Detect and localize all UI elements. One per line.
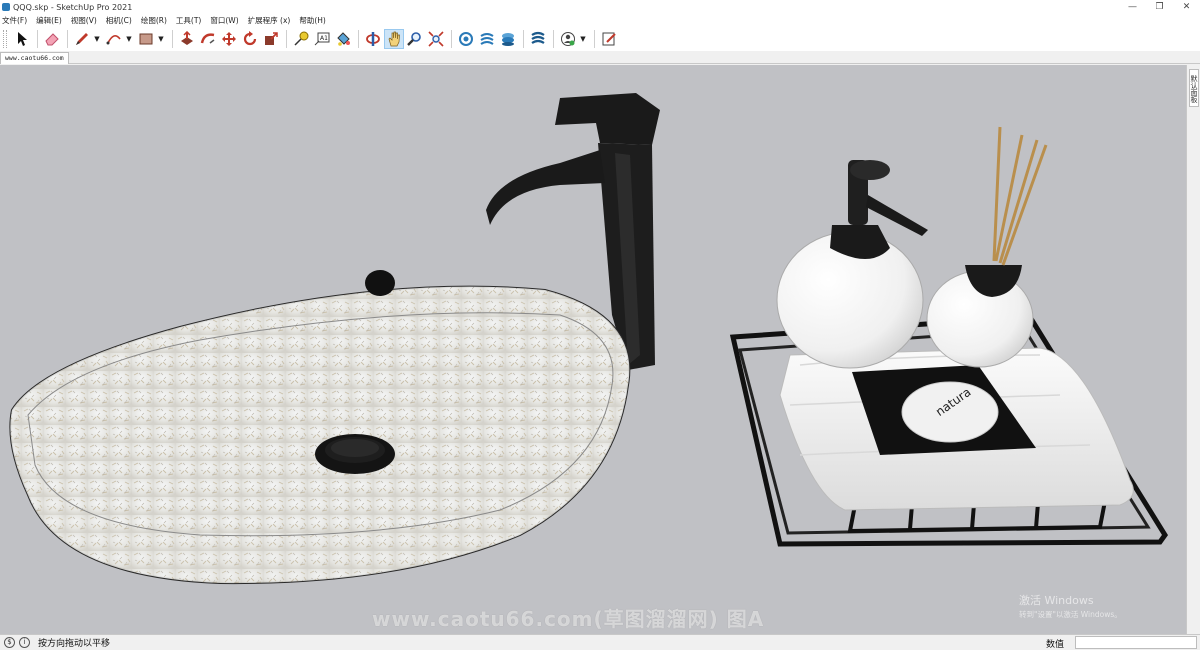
window-title: QQQ.skp - SketchUp Pro 2021 xyxy=(13,2,133,12)
move-icon[interactable] xyxy=(219,29,239,49)
follow-me-icon[interactable] xyxy=(198,29,218,49)
soap-dispenser xyxy=(776,160,928,369)
rectangle-icon[interactable] xyxy=(136,29,156,49)
chevron-down-icon[interactable]: ▼ xyxy=(125,29,133,49)
toolbar-separator xyxy=(286,30,287,48)
faucet-hole xyxy=(365,270,395,296)
toolbar-separator xyxy=(553,30,554,48)
paint-bucket-icon[interactable] xyxy=(333,29,353,49)
folded-towel: natura xyxy=(779,347,1134,511)
activation-subtext: 转到"设置"以激活 Windows。 xyxy=(1019,610,1122,619)
info-icon[interactable]: i xyxy=(19,637,30,648)
maximize-button[interactable]: ❐ xyxy=(1146,0,1173,14)
measurements-input[interactable] xyxy=(1075,636,1197,649)
3d-warehouse-icon[interactable] xyxy=(456,29,476,49)
status-hint: 按方向拖动以平移 xyxy=(38,639,111,649)
activation-title: 激活 Windows xyxy=(1019,594,1094,607)
text-icon[interactable]: A1 xyxy=(312,29,332,49)
zoom-extents-icon[interactable] xyxy=(426,29,446,49)
reed-diffuser xyxy=(926,126,1048,368)
toolbar-separator xyxy=(594,30,595,48)
menu-draw[interactable]: 绘图(R) xyxy=(141,15,167,26)
menu-file[interactable]: 文件(F) xyxy=(2,15,27,26)
sketchup-window: QQQ.skp - SketchUp Pro 2021 — ❐ ✕ 文件(F) … xyxy=(0,0,1200,650)
model-scene: natura xyxy=(9,93,1169,585)
chevron-down-icon[interactable]: ▼ xyxy=(157,29,165,49)
minimize-button[interactable]: — xyxy=(1119,0,1146,14)
svg-text:A1: A1 xyxy=(320,35,328,42)
menu-view[interactable]: 视图(V) xyxy=(71,15,97,26)
toolbar-separator xyxy=(37,30,38,48)
pan-icon[interactable] xyxy=(384,29,404,49)
menu-camera[interactable]: 相机(C) xyxy=(106,15,132,26)
toolbar-separator xyxy=(172,30,173,48)
toolbar-separator xyxy=(451,30,452,48)
window-controls: — ❐ ✕ xyxy=(1119,0,1200,14)
menu-extensions[interactable]: 扩展程序 (x) xyxy=(248,15,291,26)
3d-viewport[interactable]: natura www.caotu66.com(草图溜溜网) 图A 激活 Wind… xyxy=(0,65,1186,634)
vessel-sink xyxy=(9,270,631,585)
menu-bar: 文件(F) 编辑(E) 视图(V) 相机(C) 绘图(R) 工具(T) 窗口(W… xyxy=(0,14,1200,27)
tape-measure-icon[interactable] xyxy=(291,29,311,49)
orbit-icon[interactable] xyxy=(363,29,383,49)
chevron-down-icon[interactable]: ▼ xyxy=(93,29,101,49)
rotate-icon[interactable] xyxy=(240,29,260,49)
watermark-text: www.caotu66.com(草图溜溜网) 图A xyxy=(372,607,765,631)
extension-manager-icon[interactable] xyxy=(528,29,548,49)
geo-location-icon[interactable]: $ xyxy=(4,637,15,648)
menu-window[interactable]: 窗口(W) xyxy=(210,15,238,26)
scene-tab[interactable]: www.caotu66.com xyxy=(0,52,69,64)
scene-tab-bar: www.caotu66.com xyxy=(0,51,1200,64)
sketchup-logo-icon xyxy=(2,3,10,11)
menu-edit[interactable]: 编辑(E) xyxy=(36,15,62,26)
title-bar: QQQ.skp - SketchUp Pro 2021 — ❐ ✕ xyxy=(0,0,1200,14)
zoom-icon[interactable] xyxy=(405,29,425,49)
measurements-label: 数值 xyxy=(1046,640,1065,650)
layout-icon[interactable] xyxy=(498,29,518,49)
default-tray: 默认面板 xyxy=(1186,65,1200,634)
extension-warehouse-icon[interactable] xyxy=(477,29,497,49)
windows-activation-notice: 激活 Windows 转到"设置"以激活 Windows。 xyxy=(1019,592,1122,620)
default-tray-tab[interactable]: 默认面板 xyxy=(1189,69,1199,107)
pencil-line-icon[interactable] xyxy=(72,29,92,49)
main-toolbar: ▼ ▼ ▼ A1 ▼ xyxy=(0,27,1200,51)
arc-icon[interactable] xyxy=(104,29,124,49)
close-button[interactable]: ✕ xyxy=(1173,0,1200,14)
toolbar-separator xyxy=(358,30,359,48)
toolbar-separator xyxy=(67,30,68,48)
push-pull-icon[interactable] xyxy=(177,29,197,49)
select-icon[interactable] xyxy=(12,29,32,49)
new-sketch-icon[interactable] xyxy=(599,29,619,49)
chevron-down-icon[interactable]: ▼ xyxy=(579,29,587,49)
menu-tools[interactable]: 工具(T) xyxy=(176,15,201,26)
user-account-icon[interactable] xyxy=(558,29,578,49)
toolbar-separator xyxy=(523,30,524,48)
toolbar-grip[interactable] xyxy=(3,30,7,48)
scale-icon[interactable] xyxy=(261,29,281,49)
status-bar: $ i 按方向拖动以平移 数值 xyxy=(0,634,1200,650)
eraser-icon[interactable] xyxy=(42,29,62,49)
menu-help[interactable]: 帮助(H) xyxy=(299,15,326,26)
